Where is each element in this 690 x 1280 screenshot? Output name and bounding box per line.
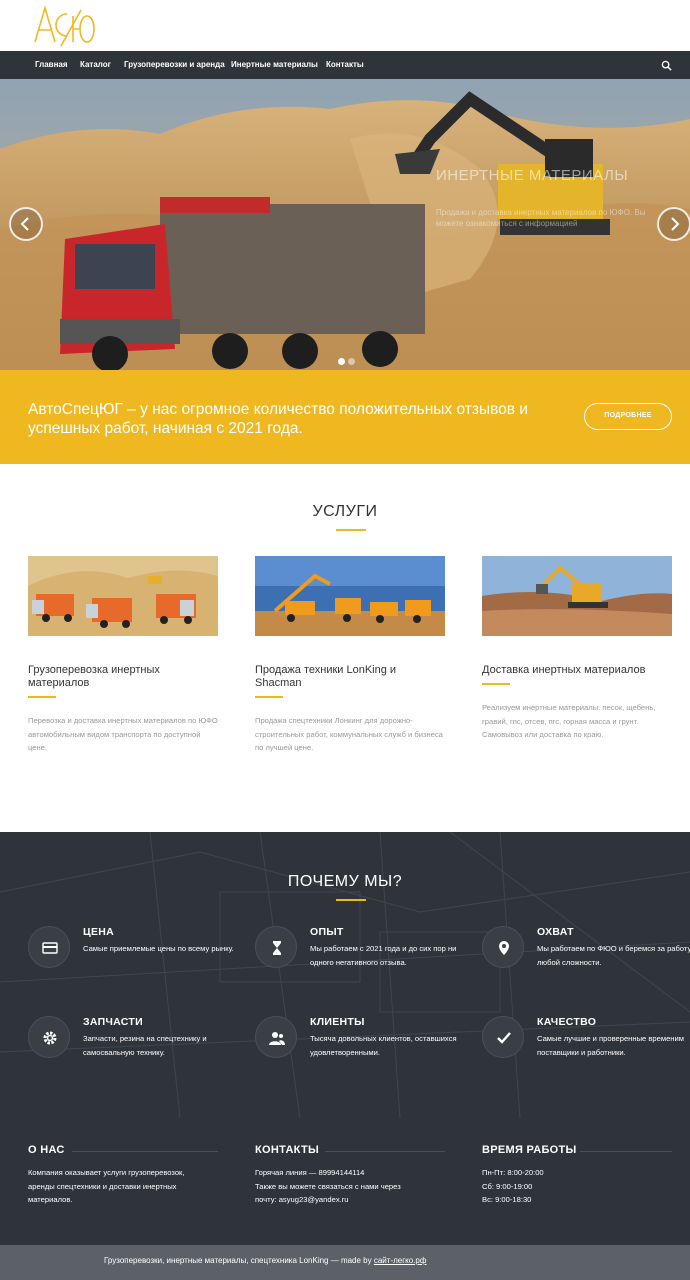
header [0, 0, 690, 51]
more-button[interactable]: ПОДРОБНЕЕ [584, 403, 672, 430]
hero-text: Продажа и доставка инертных материалов п… [436, 208, 646, 228]
why-us-section: ПОЧЕМУ МЫ? ЦЕНА Самые приемлемые цены по… [0, 832, 690, 1118]
hero-title: ИНЕРТНЫЕ МАТЕРИАЛЫ [436, 167, 629, 184]
service-text: Реализуем инертные материалы: песок, щеб… [482, 703, 656, 739]
divider [72, 1151, 218, 1152]
chevron-left-icon [20, 217, 29, 231]
service-text: Продажа спецтехники Лонкинг для дорожно-… [255, 716, 443, 752]
logo-mark [34, 5, 95, 47]
footer-about: О НАС Компания оказывает услуги грузопер… [28, 1144, 218, 1204]
nav-item-contacts[interactable]: Контакты [326, 60, 364, 69]
feature-text: Мы работаем по ФЮО и беремся за работу л… [537, 944, 690, 967]
service-image[interactable] [482, 556, 672, 636]
feature-icon-badge [482, 1016, 524, 1058]
footer-hours-text: Пн-Пт: 8:00-20:00 Сб: 9:00-19:00 Вс: 9:0… [482, 1166, 682, 1207]
divider [28, 696, 56, 698]
contact-phone[interactable]: Горячая линия — 89994144114 [255, 1166, 455, 1180]
footer: О НАС Компания оказывает услуги грузопер… [0, 1118, 690, 1245]
lonking-machines-image [255, 556, 445, 636]
footer-about-title: О НАС [28, 1144, 65, 1156]
divider [336, 529, 366, 531]
cta-banner: АвтоСпецЮГ – у нас огромное количество п… [0, 370, 690, 464]
divider [482, 683, 510, 685]
footer-about-text: Компания оказывает услуги грузоперевозок… [28, 1168, 185, 1204]
footer-contacts-title: КОНТАКТЫ [255, 1144, 320, 1156]
divider [325, 1151, 445, 1152]
service-image[interactable] [255, 556, 445, 636]
hero-slider: ИНЕРТНЫЕ МАТЕРИАЛЫ Продажа и доставка ин… [0, 79, 690, 370]
credit-card-icon [42, 942, 58, 954]
slider-dot[interactable] [348, 358, 355, 365]
slider-next-button[interactable] [657, 207, 690, 241]
excavator-image [482, 556, 672, 636]
service-title[interactable]: Продажа техники LonKing и Shacman [255, 664, 445, 690]
divider [255, 696, 283, 698]
main-nav: Главная Каталог Грузоперевозки и аренда … [0, 51, 690, 79]
hours-saturday: Сб: 9:00-19:00 [482, 1181, 533, 1191]
nav-item-catalog[interactable]: Каталог [80, 60, 111, 69]
feature-text: Запчасти, резина на спецтехнику и самосв… [83, 1034, 207, 1057]
slider-dot[interactable] [338, 358, 345, 365]
footer-contacts: КОНТАКТЫ Горячая линия — 89994144114 Так… [255, 1144, 445, 1204]
services-title: УСЛУГИ [312, 503, 378, 520]
feature-title: ОПЫТ [310, 926, 344, 938]
service-card: Доставка инертных материалов Реализуем и… [482, 556, 672, 739]
feature-text: Мы работаем с 2021 года и до сих пор ни … [310, 944, 457, 967]
service-text: Перевозка и доставка инертных материалов… [28, 716, 218, 752]
contact-email[interactable]: почту: asyug23@yandex.ru [255, 1193, 455, 1207]
contact-line: Также вы можете связаться с нами через [255, 1181, 401, 1191]
nav-item-cargo[interactable]: Грузоперевозки и аренда [124, 60, 225, 69]
copyright-label: Грузоперевозки, инертные материалы, спец… [104, 1256, 374, 1265]
gear-icon [43, 1031, 57, 1045]
divider [336, 899, 366, 901]
feature-title: ЗАПЧАСТИ [83, 1016, 143, 1028]
feature-title: КЛИЕНТЫ [310, 1016, 365, 1028]
feature-text: Тысяча довольных клиентов, оставшихся уд… [310, 1034, 457, 1057]
slider-prev-button[interactable] [9, 207, 43, 241]
feature-icon-badge [28, 1016, 70, 1058]
trucks-image [28, 556, 218, 636]
service-title[interactable]: Грузоперевозка инертных материалов [28, 664, 218, 690]
logo[interactable] [33, 2, 99, 48]
copyright-bar: Грузоперевозки, инертные материалы, спец… [0, 1245, 690, 1280]
copyright-text: Грузоперевозки, инертные материалы, спец… [104, 1256, 426, 1265]
feature-text: Самые лучшие и проверенные временим пост… [537, 1034, 684, 1057]
developer-link[interactable]: сайт-легко.рф [374, 1256, 427, 1265]
feature-icon-badge [482, 926, 524, 968]
footer-hours: ВРЕМЯ РАБОТЫ Пн-Пт: 8:00-20:00 Сб: 9:00-… [482, 1144, 672, 1204]
slider-dots [338, 352, 358, 370]
hours-sunday: Вс: 9:00-18:30 [482, 1195, 532, 1204]
service-title[interactable]: Доставка инертных материалов [482, 664, 672, 677]
footer-contacts-text: Горячая линия — 89994144114 Также вы мож… [255, 1166, 455, 1207]
feature-icon-badge [255, 926, 297, 968]
service-card: Продажа техники LonKing и Shacman Продаж… [255, 556, 445, 752]
users-icon [269, 1032, 285, 1045]
feature-title: КАЧЕСТВО [537, 1016, 597, 1028]
feature-title: ЦЕНА [83, 926, 115, 938]
map-pin-icon [499, 941, 509, 955]
service-card: Грузоперевозка инертных материалов Перев… [28, 556, 218, 752]
feature-text: Самые приемлемые цены по всему рынку. [83, 944, 234, 953]
nav-item-home[interactable]: Главная [35, 60, 68, 69]
feature-icon-badge [255, 1016, 297, 1058]
service-image[interactable] [28, 556, 218, 636]
check-icon [497, 1032, 511, 1044]
search-icon[interactable] [661, 60, 672, 71]
feature-icon-badge [28, 926, 70, 968]
hours-weekdays: Пн-Пт: 8:00-20:00 [482, 1168, 544, 1177]
banner-text: АвтоСпецЮГ – у нас огромное количество п… [28, 401, 528, 437]
hourglass-icon [273, 941, 281, 955]
divider [580, 1151, 672, 1152]
chevron-right-icon [671, 217, 680, 231]
why-us-title: ПОЧЕМУ МЫ? [287, 873, 403, 890]
feature-title: ОХВАТ [537, 926, 574, 938]
nav-item-materials[interactable]: Инертные материалы [231, 60, 318, 69]
footer-hours-title: ВРЕМЯ РАБОТЫ [482, 1144, 577, 1156]
